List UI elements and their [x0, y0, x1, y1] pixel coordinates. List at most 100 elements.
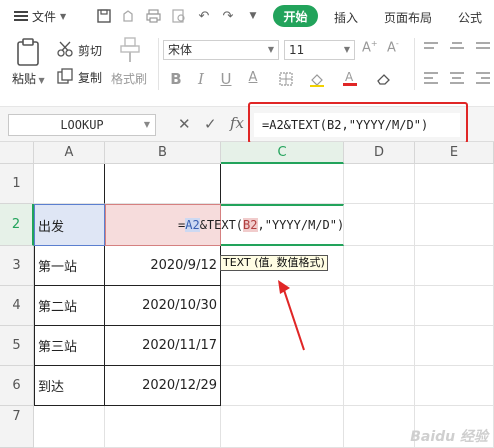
cell-b6[interactable]: 2020/12/29: [105, 366, 221, 406]
cell-a5[interactable]: 第三站: [34, 326, 105, 366]
increase-font-icon[interactable]: A+: [362, 39, 378, 55]
chevron-down-icon: ▼: [60, 11, 67, 21]
cell-c6[interactable]: [221, 366, 344, 406]
tab-page-layout[interactable]: 页面布局: [384, 9, 432, 26]
column-header-a[interactable]: A: [34, 142, 105, 164]
tab-home[interactable]: 开始: [273, 5, 318, 27]
font-size-value: 11: [289, 43, 305, 57]
cell-e2[interactable]: [415, 204, 494, 246]
font-color-icon[interactable]: A: [343, 70, 357, 90]
bold-icon[interactable]: B: [166, 70, 186, 88]
undo-icon[interactable]: ↶: [196, 6, 212, 26]
redo-icon[interactable]: ↷: [220, 6, 236, 26]
border-icon[interactable]: [279, 72, 293, 89]
copy-button[interactable]: 复制: [78, 69, 102, 86]
paste-icon[interactable]: [16, 38, 40, 69]
confirm-icon[interactable]: ✓: [204, 115, 217, 133]
watermark-logo: Baidu 经验: [410, 429, 488, 445]
cell-e3[interactable]: [415, 246, 494, 286]
cell-c7[interactable]: [221, 406, 344, 448]
cell-d4[interactable]: [344, 286, 415, 326]
align-middle-icon[interactable]: [450, 42, 464, 52]
cell-b1[interactable]: [105, 164, 221, 204]
chevron-down-icon: ▼: [267, 45, 274, 54]
cell-b7[interactable]: [105, 406, 221, 448]
row-header-2[interactable]: 2: [0, 204, 34, 246]
export-icon[interactable]: [120, 6, 136, 26]
cut-button[interactable]: 剪切: [78, 42, 102, 59]
cell-d5[interactable]: [344, 326, 415, 366]
column-header-d[interactable]: D: [344, 142, 415, 164]
cell-d7[interactable]: [344, 406, 415, 448]
column-header-b[interactable]: B: [105, 142, 221, 164]
ribbon-divider: [158, 38, 159, 90]
cell-d6[interactable]: [344, 366, 415, 406]
cell-d3[interactable]: [344, 246, 415, 286]
cell-e1[interactable]: [415, 164, 494, 204]
fill-color-icon[interactable]: [309, 72, 325, 90]
eraser-icon[interactable]: [376, 72, 392, 89]
print-icon[interactable]: [145, 6, 161, 26]
row-header-7[interactable]: 7: [0, 406, 34, 448]
name-box-value: LOOKUP: [60, 118, 104, 132]
file-menu[interactable]: 文件 ▼: [14, 7, 66, 25]
more-icon[interactable]: ▼: [246, 6, 260, 26]
align-top-icon[interactable]: [424, 42, 438, 52]
name-box[interactable]: LOOKUP ▼: [8, 114, 156, 136]
copy-icon[interactable]: [57, 68, 73, 87]
row-header-6[interactable]: 6: [0, 366, 34, 406]
print-preview-icon[interactable]: [171, 6, 187, 26]
font-name-select[interactable]: 宋体 ▼: [163, 40, 279, 60]
save-icon[interactable]: [96, 6, 112, 26]
tab-insert[interactable]: 插入: [334, 9, 358, 26]
align-left-icon[interactable]: [424, 72, 438, 87]
paste-chevron-icon: ▼: [36, 76, 45, 85]
cell-b3[interactable]: 2020/9/12: [105, 246, 221, 286]
cell-b5[interactable]: 2020/11/17: [105, 326, 221, 366]
cell-a3[interactable]: 第一站: [34, 246, 105, 286]
annotation-highlight-box: [248, 102, 468, 144]
cell-edit-text[interactable]: =A2&TEXT(B2,"YYYY/M/D"): [178, 218, 344, 232]
format-painter-icon[interactable]: [119, 36, 141, 67]
menu-icon: [14, 11, 28, 21]
underline-icon[interactable]: U: [216, 70, 236, 88]
column-header-c[interactable]: C: [221, 142, 344, 164]
cell-d1[interactable]: [344, 164, 415, 204]
format-painter-button[interactable]: 格式刷: [111, 70, 147, 87]
cancel-icon[interactable]: ✕: [178, 115, 191, 133]
svg-text:A: A: [345, 70, 354, 84]
cell-a4[interactable]: 第二站: [34, 286, 105, 326]
font-size-select[interactable]: 11 ▼: [284, 40, 355, 60]
cell-a6[interactable]: 到达: [34, 366, 105, 406]
paste-button[interactable]: 粘贴 ▼: [12, 70, 45, 87]
align-bottom-icon[interactable]: [476, 42, 490, 52]
cell-e5[interactable]: [415, 326, 494, 366]
italic-icon[interactable]: I: [191, 70, 211, 88]
tab-formulas[interactable]: 公式: [458, 9, 482, 26]
cell-e6[interactable]: [415, 366, 494, 406]
cell-b4[interactable]: 2020/10/30: [105, 286, 221, 326]
align-right-icon[interactable]: [476, 72, 490, 87]
cell-d2[interactable]: [344, 204, 415, 246]
cell-e4[interactable]: [415, 286, 494, 326]
chevron-down-icon: ▼: [343, 45, 350, 54]
row-header-3[interactable]: 3: [0, 246, 34, 286]
underline-double-icon[interactable]: A: [243, 70, 263, 85]
insert-function-icon[interactable]: fx: [230, 114, 244, 132]
font-name-value: 宋体: [168, 43, 193, 57]
cell-a7[interactable]: [34, 406, 105, 448]
scissors-icon[interactable]: [57, 41, 73, 60]
column-header-e[interactable]: E: [415, 142, 494, 164]
align-center-icon[interactable]: [450, 72, 464, 87]
cell-a2[interactable]: 出发: [34, 204, 105, 246]
row-header-5[interactable]: 5: [0, 326, 34, 366]
select-all-corner[interactable]: [0, 142, 34, 164]
edit-suffix: ,"YYYY/M/D"): [257, 218, 345, 232]
cell-a1[interactable]: [34, 164, 105, 204]
row-header-4[interactable]: 4: [0, 286, 34, 326]
ribbon: 粘贴 ▼ 剪切 复制 格式刷 宋体 ▼ 11 ▼ A+ A- B I U A A: [0, 32, 494, 98]
cell-c1[interactable]: [221, 164, 344, 204]
decrease-font-icon[interactable]: A-: [387, 39, 399, 55]
spreadsheet-grid: A B C D E 1 2 3 4 5 6 7 出发 =A2&TEXT(B2,"…: [0, 142, 494, 448]
row-header-1[interactable]: 1: [0, 164, 34, 204]
